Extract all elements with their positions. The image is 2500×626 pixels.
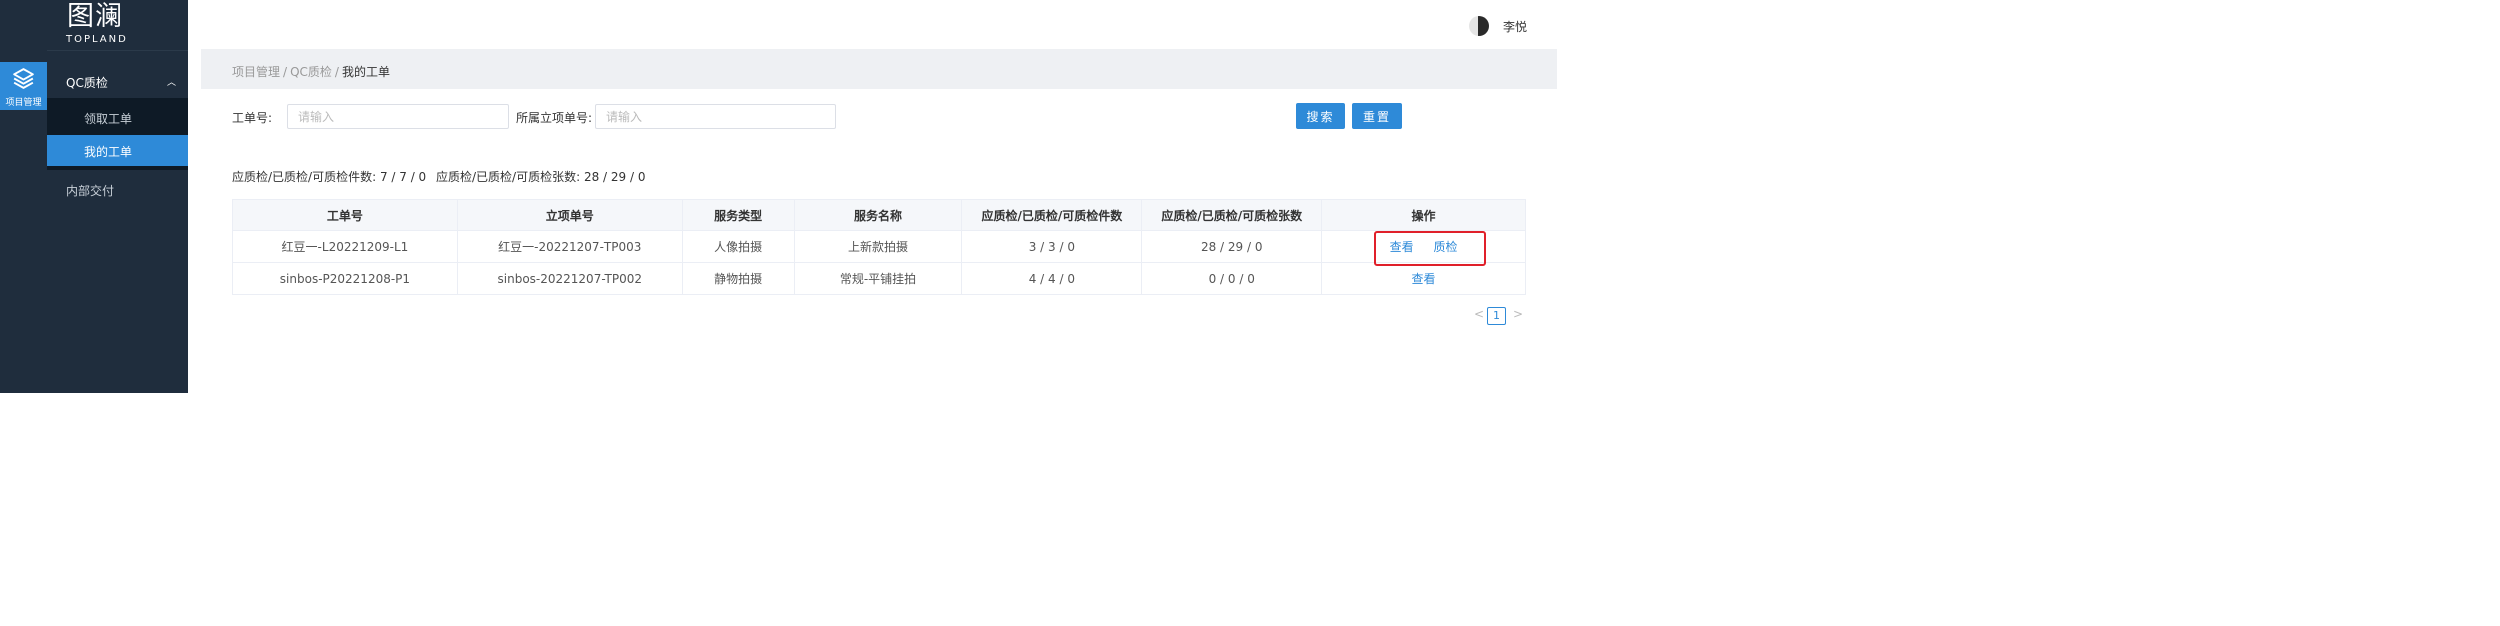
breadcrumb-separator: / bbox=[283, 65, 288, 79]
rail-item-label: 项目管理 bbox=[5, 98, 42, 108]
logo-text: TOPLAND bbox=[66, 34, 128, 45]
service-name-cell: 上新款拍摄 bbox=[793, 230, 963, 263]
column-header: 应质检/已质检/可质检件数 bbox=[961, 199, 1143, 231]
breadcrumb-item[interactable]: QC质检 bbox=[290, 65, 332, 79]
menu-group-label: QC质检 bbox=[66, 76, 108, 90]
breadcrumb-current: 我的工单 bbox=[341, 65, 390, 79]
avatar[interactable] bbox=[1469, 16, 1489, 36]
column-header: 服务类型 bbox=[681, 199, 795, 231]
items-cell: 3 / 3 / 0 bbox=[961, 230, 1143, 263]
actions-cell: 查看 bbox=[1321, 262, 1526, 295]
items-stat: 应质检/已质检/可质检件数: 7 / 7 / 0 bbox=[232, 170, 427, 184]
project-no-input[interactable] bbox=[595, 104, 836, 129]
project-no-cell: sinbos-20221207-TP002 bbox=[456, 262, 683, 295]
menu-item-label: 我的工单 bbox=[84, 145, 133, 159]
sheets-cell: 28 / 29 / 0 bbox=[1141, 230, 1323, 263]
breadcrumb-bar: 项目管理 / QC质检 / 我的工单 bbox=[201, 49, 1557, 89]
service-name-cell: 常规-平铺挂拍 bbox=[793, 262, 963, 295]
menu-item-label: 内部交付 bbox=[66, 184, 115, 198]
column-header: 服务名称 bbox=[793, 199, 963, 231]
table-row: sinbos-P20221208-P1 sinbos-20221207-TP00… bbox=[232, 262, 1526, 295]
service-type-cell: 人像拍摄 bbox=[681, 230, 795, 263]
project-no-label: 所属立项单号: bbox=[516, 111, 593, 125]
search-button[interactable]: 搜索 bbox=[1296, 103, 1345, 129]
chevron-up-icon: ︿ bbox=[166, 78, 176, 88]
logo: 图澜 TOPLAND bbox=[0, 0, 188, 51]
table-header-row: 工单号 立项单号 服务类型 服务名称 应质检/已质检/可质检件数 应质检/已质检… bbox=[232, 199, 1526, 231]
submenu-qc: 领取工单 我的工单 bbox=[47, 98, 188, 170]
view-link[interactable]: 查看 bbox=[1412, 272, 1436, 286]
column-header: 工单号 bbox=[232, 199, 458, 231]
items-cell: 4 / 4 / 0 bbox=[961, 262, 1143, 295]
breadcrumb-separator: / bbox=[334, 65, 339, 79]
order-no-input[interactable] bbox=[287, 104, 509, 129]
menu-group-qc[interactable]: QC质检 ︿ bbox=[47, 50, 188, 98]
column-header: 操作 bbox=[1321, 199, 1526, 231]
side-menu: QC质检 ︿ 领取工单 我的工单 内部交付 bbox=[47, 50, 188, 210]
logo-mark: 图澜 bbox=[67, 1, 123, 32]
sheets-cell: 0 / 0 / 0 bbox=[1141, 262, 1323, 295]
order-no-cell: 红豆一-L20221209-L1 bbox=[232, 230, 458, 263]
view-link[interactable]: 查看 bbox=[1390, 240, 1414, 254]
sheets-stat: 应质检/已质检/可质检张数: 28 / 29 / 0 bbox=[436, 170, 646, 184]
order-no-label: 工单号: bbox=[232, 111, 273, 125]
breadcrumb-item[interactable]: 项目管理 bbox=[232, 65, 280, 79]
username[interactable]: 李悦 bbox=[1503, 18, 1527, 35]
sidebar: 图澜 TOPLAND 项目管理 QC质检 ︿ 领取工单 我的工单 内部交付 bbox=[0, 0, 188, 393]
menu-item-label: 领取工单 bbox=[84, 112, 133, 126]
layers-icon bbox=[13, 68, 34, 89]
order-no-cell: sinbos-P20221208-P1 bbox=[232, 262, 458, 295]
menu-item-internal-delivery[interactable]: 内部交付 bbox=[47, 170, 188, 210]
orders-table: 工单号 立项单号 服务类型 服务名称 应质检/已质检/可质检件数 应质检/已质检… bbox=[232, 199, 1526, 295]
table-row: 红豆一-L20221209-L1 红豆一-20221207-TP003 人像拍摄… bbox=[232, 230, 1526, 263]
actions-cell: 查看 质检 bbox=[1321, 230, 1526, 263]
breadcrumb: 项目管理 / QC质检 / 我的工单 bbox=[232, 63, 390, 80]
module-rail: 项目管理 bbox=[0, 50, 47, 393]
page-number-button[interactable]: 1 bbox=[1487, 307, 1506, 325]
prev-page-button[interactable]: < bbox=[1474, 307, 1484, 321]
reset-button[interactable]: 重置 bbox=[1352, 103, 1402, 129]
inspect-link[interactable]: 质检 bbox=[1433, 240, 1457, 254]
column-header: 立项单号 bbox=[456, 199, 683, 231]
column-header: 应质检/已质检/可质检张数 bbox=[1141, 199, 1323, 231]
rail-item-project-management[interactable]: 项目管理 bbox=[0, 62, 47, 110]
project-no-cell: 红豆一-20221207-TP003 bbox=[456, 230, 683, 263]
menu-item-my-orders[interactable]: 我的工单 bbox=[47, 135, 188, 169]
service-type-cell: 静物拍摄 bbox=[681, 262, 795, 295]
menu-item-claim-orders[interactable]: 领取工单 bbox=[47, 98, 188, 136]
next-page-button[interactable]: > bbox=[1513, 307, 1523, 321]
